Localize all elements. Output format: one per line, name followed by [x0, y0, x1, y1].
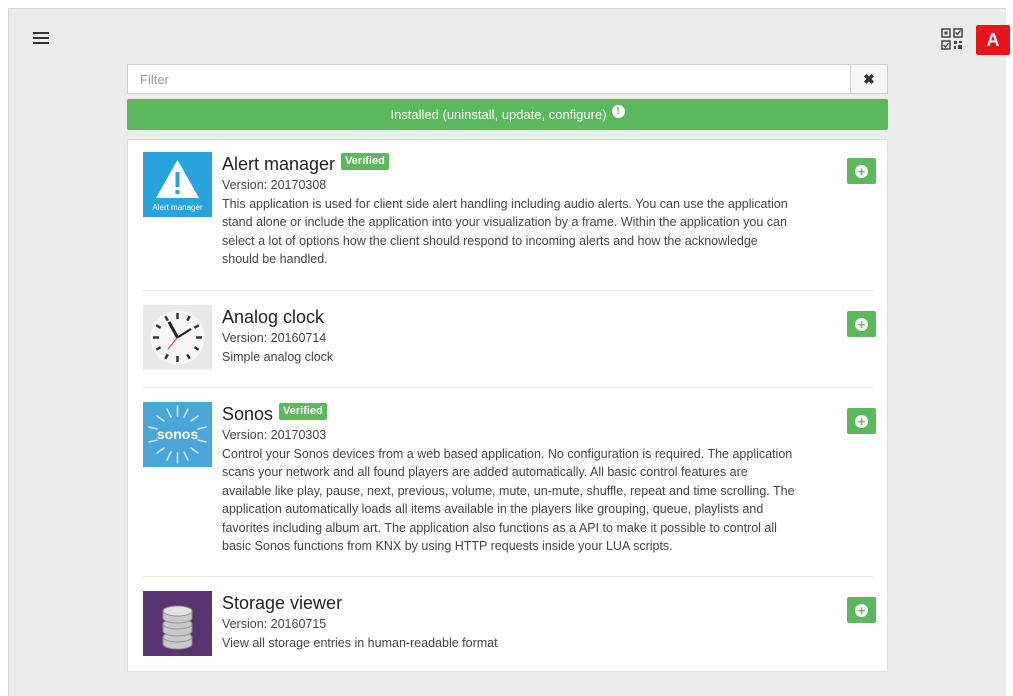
app-name: Analog clock [222, 306, 325, 327]
user-badge[interactable]: A [976, 25, 1010, 55]
alert-manager-thumb-label: Alert manager [152, 203, 203, 212]
install-button[interactable]: + [847, 597, 876, 623]
plus-circle-icon: + [855, 414, 868, 428]
plus-circle-icon: + [855, 317, 868, 331]
storage-viewer-thumbnail [143, 591, 212, 656]
analog-clock-thumbnail [143, 305, 212, 370]
app-name: Sonos [222, 403, 274, 424]
hamburger-menu-icon[interactable] [33, 32, 49, 46]
installed-bar-label: Installed (uninstall, update, configure) [390, 107, 607, 122]
divider [143, 290, 873, 291]
app-meta: Sonos Verified Version: 20170303 Control… [222, 402, 797, 555]
close-icon[interactable]: ✖ [850, 65, 887, 93]
app-description: View all storage entries in human-readab… [222, 636, 498, 650]
filter-input[interactable] [128, 65, 850, 93]
install-button[interactable]: + [847, 158, 876, 184]
installed-apps-bar[interactable]: Installed (uninstall, update, configure)… [127, 99, 888, 130]
app-description: Simple analog clock [222, 350, 334, 364]
sonos-thumbnail: sonos [143, 402, 212, 467]
info-icon: ! [611, 105, 625, 118]
qr-code-icon[interactable] [941, 28, 963, 50]
app-meta: Storage viewer Version: 20160715 View al… [222, 591, 797, 652]
app-name: Storage viewer [222, 592, 343, 613]
app-version: Version: 20170308 [222, 178, 327, 192]
divider [143, 387, 873, 388]
app-name: Alert manager [222, 153, 336, 174]
plus-circle-icon: + [855, 164, 868, 178]
verified-badge: Verified [341, 152, 389, 170]
app-description: This application is used for client side… [222, 197, 788, 267]
app-version: Version: 20160715 [222, 617, 327, 631]
sonos-thumb-label: sonos [156, 426, 199, 442]
app-version: Version: 20170303 [222, 428, 327, 442]
verified-badge: Verified [279, 402, 327, 420]
install-button[interactable]: + [847, 408, 876, 434]
app-meta: Analog clock Version: 20160714 Simple an… [222, 305, 797, 366]
install-button[interactable]: + [847, 311, 876, 337]
app-description: Control your Sonos devices from a web ba… [222, 447, 795, 554]
app-meta: Alert manager Verified Version: 20170308… [222, 152, 797, 269]
alert-manager-thumbnail: Alert manager [143, 152, 212, 217]
divider [143, 576, 873, 577]
app-version: Version: 20160714 [222, 331, 327, 345]
app-list: Alert manager Alert manager Verified Ver… [127, 139, 888, 672]
filter-bar: ✖ [127, 64, 888, 94]
plus-circle-icon: + [855, 603, 868, 617]
